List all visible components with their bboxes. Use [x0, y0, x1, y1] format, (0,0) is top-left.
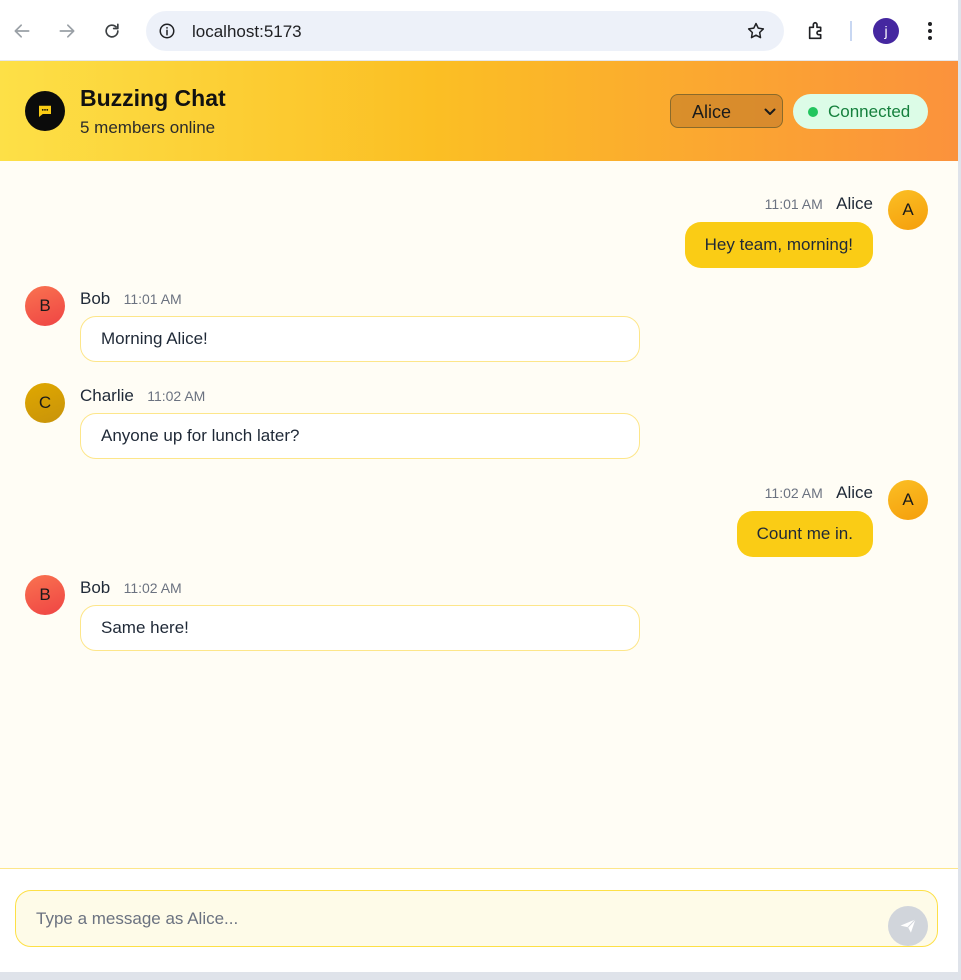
send-icon	[900, 918, 916, 933]
address-bar[interactable]: localhost:5173	[146, 11, 784, 51]
user-select[interactable]: Alice	[670, 94, 783, 128]
chat-bubble-icon	[39, 105, 51, 117]
message-meta: 11:01 AM Alice	[765, 194, 873, 214]
status-dot-icon	[808, 107, 818, 117]
forward-button[interactable]	[51, 15, 83, 47]
message-bubble: Hey team, morning!	[684, 222, 873, 268]
connection-status-text: Connected	[828, 102, 911, 121]
browser-toolbar: localhost:5173 j	[0, 0, 958, 61]
message-bubble: Morning Alice!	[80, 316, 640, 362]
avatar: C	[25, 383, 65, 423]
back-button[interactable]	[6, 15, 38, 47]
toolbar-divider	[850, 21, 852, 41]
message-time: 11:02 AM	[764, 485, 823, 501]
chat-title: Buzzing Chat	[80, 85, 226, 111]
message-author: Charlie	[80, 386, 134, 405]
message-author: Bob	[80, 289, 111, 308]
user-select-value: Alice	[692, 102, 732, 122]
message-bubble: Count me in.	[736, 511, 873, 557]
send-button[interactable]	[888, 906, 928, 946]
message-time: 11:01 AM	[123, 291, 182, 307]
message-meta: Bob 11:02 AM	[80, 578, 182, 598]
back-arrow-icon	[14, 24, 30, 38]
avatar: B	[25, 575, 65, 615]
message-author: Alice	[836, 483, 873, 502]
message-bubble: Same here!	[80, 605, 640, 651]
extensions-puzzle-icon[interactable]	[806, 20, 828, 42]
message-list[interactable]: 11:01 AM Alice A Hey team, morning! B Bo…	[0, 161, 958, 868]
forward-arrow-icon	[59, 24, 75, 38]
message-composer	[0, 868, 958, 972]
message-meta: 11:02 AM Alice	[765, 483, 873, 503]
message-time: 11:01 AM	[764, 196, 823, 212]
message-input-box[interactable]	[15, 890, 938, 947]
connection-status-badge: Connected	[793, 94, 928, 129]
browser-window: localhost:5173 j Buzzing Chat 5 members …	[0, 0, 958, 972]
avatar: A	[888, 190, 928, 230]
message-meta: Bob 11:01 AM	[80, 289, 182, 309]
site-info-icon[interactable]	[158, 22, 176, 40]
avatar: B	[25, 286, 65, 326]
chevron-down-icon	[764, 108, 776, 115]
bookmark-star-icon[interactable]	[746, 21, 766, 41]
message-meta: Charlie 11:02 AM	[80, 386, 205, 406]
message-bubble: Anyone up for lunch later?	[80, 413, 640, 459]
profile-avatar[interactable]: j	[873, 18, 899, 44]
url-text: localhost:5173	[192, 22, 302, 41]
chat-logo	[25, 91, 65, 131]
message-author: Bob	[80, 578, 111, 597]
reload-icon	[105, 23, 119, 38]
members-online: 5 members online	[80, 118, 216, 137]
chat-header: Buzzing Chat 5 members online Alice Conn…	[0, 61, 958, 161]
reload-button[interactable]	[96, 15, 128, 47]
kebab-menu-icon[interactable]	[920, 20, 940, 42]
message-author: Alice	[836, 194, 873, 213]
avatar: A	[888, 480, 928, 520]
message-time: 11:02 AM	[147, 388, 206, 404]
message-input[interactable]	[36, 905, 876, 933]
message-time: 11:02 AM	[123, 580, 182, 596]
